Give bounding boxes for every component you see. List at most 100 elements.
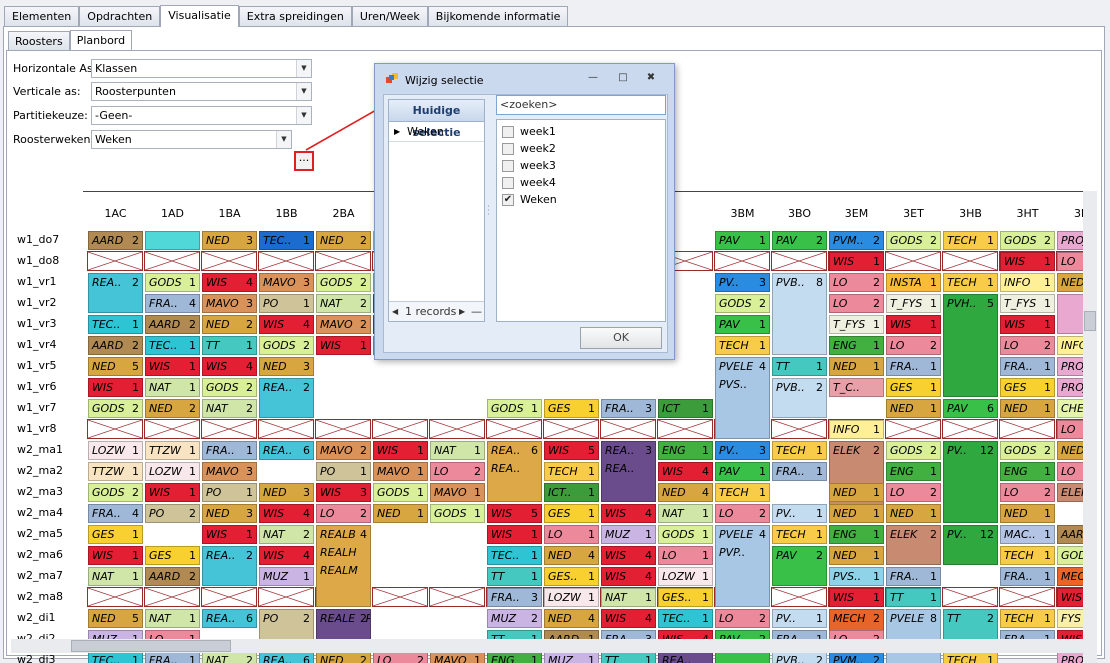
schedule-block[interactable]: NED 2 <box>202 315 257 334</box>
schedule-block[interactable]: GODS 1 <box>373 483 428 502</box>
pick-weeks-button[interactable]: ... <box>294 151 314 171</box>
schedule-block[interactable]: PO 2 <box>145 504 200 523</box>
schedule-block[interactable]: NED 1 <box>829 483 884 502</box>
schedule-block[interactable]: PV.. 12 <box>943 525 998 565</box>
schedule-block[interactable]: ENG 1 <box>886 462 941 481</box>
schedule-block[interactable]: GES 1 <box>145 546 200 565</box>
schedule-block[interactable]: GODS 2 <box>316 273 371 292</box>
schedule-block[interactable]: WIS 1 <box>829 252 884 271</box>
schedule-block[interactable]: GODS 2 <box>88 483 143 502</box>
schedule-block[interactable]: WIS 1 <box>373 441 428 460</box>
schedule-block[interactable]: NED 1 <box>1000 399 1055 418</box>
schedule-block[interactable]: NAT 2 <box>259 525 314 544</box>
schedule-block[interactable]: PV.. 12 <box>943 441 998 523</box>
schedule-block[interactable]: MAVO 3 <box>202 294 257 313</box>
schedule-block[interactable]: LO 2 <box>829 273 884 292</box>
schedule-block[interactable]: TEC.. 1 <box>259 231 314 250</box>
schedule-block[interactable]: WIS 4 <box>202 357 257 376</box>
schedule-block[interactable]: LOZW 1 <box>88 441 143 460</box>
current-selection-item[interactable]: ▶ Weken <box>389 122 484 142</box>
schedule-block[interactable]: WIS 3 <box>316 483 371 502</box>
schedule-block[interactable]: TEC.. 1 <box>487 546 542 565</box>
schedule-block[interactable]: REA.. 6 <box>259 441 314 460</box>
field-combo[interactable]: Roosterpunten ▼ <box>91 82 312 101</box>
schedule-block[interactable]: GES 1 <box>886 378 941 397</box>
schedule-block[interactable]: WIS 4 <box>259 546 314 565</box>
schedule-block[interactable]: PAV 1 <box>715 231 770 250</box>
subtab-roosters[interactable]: Roosters <box>8 31 70 51</box>
schedule-block[interactable]: PAV 6 <box>943 399 998 418</box>
minimize-icon[interactable]: — <box>583 72 603 86</box>
chevron-down-icon[interactable]: ▼ <box>296 83 311 100</box>
schedule-block[interactable]: TEC.. 1 <box>658 609 713 628</box>
schedule-block[interactable]: MAVO 3 <box>202 462 257 481</box>
checkbox-icon[interactable]: ✔ <box>502 194 514 206</box>
horizontal-scrollbar[interactable] <box>11 639 1087 653</box>
schedule-block[interactable]: PAV 1 <box>715 462 770 481</box>
schedule-block[interactable]: TT 1 <box>772 357 827 376</box>
schedule-block[interactable]: NED 1 <box>829 357 884 376</box>
schedule-block[interactable]: AARD 2 <box>88 231 143 250</box>
schedule-block[interactable]: PVH.. 5 <box>943 294 998 397</box>
schedule-block[interactable]: TECH 1 <box>715 336 770 355</box>
schedule-block[interactable]: PVB.. 8 <box>772 273 827 355</box>
schedule-block[interactable]: PAV 2 <box>772 231 827 250</box>
schedule-block[interactable]: PV.. 3 <box>715 273 770 292</box>
schedule-block[interactable]: WIS 1 <box>829 588 884 607</box>
schedule-block[interactable]: MUZ 1 <box>601 525 656 544</box>
schedule-block[interactable]: WIS 4 <box>601 546 656 565</box>
schedule-block[interactable]: TECH 1 <box>1000 546 1055 565</box>
tab-extra-spreidingen[interactable]: Extra spreidingen <box>238 6 352 27</box>
schedule-block[interactable]: WIS 1 <box>1000 252 1055 271</box>
schedule-block[interactable]: GES.. 1 <box>544 567 599 586</box>
schedule-block[interactable]: REA.. 2 <box>259 378 314 418</box>
schedule-block[interactable]: NED 5 <box>88 609 143 628</box>
schedule-block[interactable]: AARD 2 <box>88 336 143 355</box>
checkbox-icon[interactable] <box>502 177 514 189</box>
schedule-block[interactable]: LO 2 <box>829 294 884 313</box>
schedule-block[interactable]: GODS 2 <box>886 231 941 250</box>
schedule-block[interactable]: GODS 1 <box>145 273 200 292</box>
schedule-block[interactable]: WIS 4 <box>259 504 314 523</box>
schedule-block[interactable]: PV.. 1 <box>772 609 827 628</box>
schedule-block[interactable]: ELEK 2 <box>886 525 941 565</box>
schedule-block[interactable]: LO 1 <box>658 546 713 565</box>
schedule-block[interactable]: WIS 4 <box>601 567 656 586</box>
nav-prev-icon[interactable]: ◀ <box>392 302 398 322</box>
chevron-down-icon[interactable]: ▼ <box>296 60 311 77</box>
schedule-block[interactable]: NED 2 <box>145 399 200 418</box>
schedule-block[interactable]: NAT 2 <box>316 294 371 313</box>
schedule-block[interactable]: T_FYS 1 <box>1000 294 1055 313</box>
schedule-block[interactable]: FRA.. 4 <box>145 294 200 313</box>
schedule-block[interactable]: WIS 1 <box>1000 315 1055 334</box>
schedule-block[interactable]: ENG 1 <box>658 441 713 460</box>
schedule-block[interactable]: FRA.. 4 <box>88 504 143 523</box>
schedule-block[interactable]: WIS 4 <box>601 609 656 628</box>
schedule-block[interactable]: LO 2 <box>715 504 770 523</box>
schedule-block[interactable]: GODS 2 <box>88 399 143 418</box>
schedule-block[interactable]: PVELE 8 <box>886 609 941 663</box>
option-checkbox[interactable]: week3 <box>502 157 556 174</box>
schedule-block[interactable]: REALB REALH REALM 4 <box>316 525 371 607</box>
field-combo[interactable]: -Geen- ▼ <box>91 106 312 125</box>
checkbox-icon[interactable] <box>502 143 514 155</box>
schedule-block[interactable]: NAT 1 <box>430 441 485 460</box>
schedule-block[interactable]: NED 3 <box>259 483 314 502</box>
nav-delete-icon[interactable]: — <box>471 302 482 322</box>
schedule-block[interactable]: WIS 1 <box>886 315 941 334</box>
schedule-block[interactable]: INFO 1 <box>829 420 884 439</box>
tab-opdrachten[interactable]: Opdrachten <box>79 6 161 27</box>
option-checkbox[interactable]: week4 <box>502 174 556 191</box>
schedule-block[interactable]: PAV 1 <box>715 315 770 334</box>
schedule-block[interactable]: WIS 1 <box>88 378 143 397</box>
schedule-block[interactable]: WIS 1 <box>88 546 143 565</box>
schedule-block[interactable]: GODS 2 <box>1000 441 1055 460</box>
schedule-block[interactable]: TTZW 1 <box>88 462 143 481</box>
schedule-block[interactable]: LO 1 <box>544 525 599 544</box>
schedule-block[interactable]: LOZW 1 <box>145 462 200 481</box>
schedule-block[interactable]: AARD 2 <box>145 567 200 586</box>
subtab-planbord[interactable]: Planbord <box>69 30 133 51</box>
schedule-block[interactable]: PV.. 3 <box>715 441 770 460</box>
field-combo[interactable]: Weken ▼ <box>91 130 292 149</box>
schedule-block[interactable]: T_FYS 1 <box>886 294 941 313</box>
